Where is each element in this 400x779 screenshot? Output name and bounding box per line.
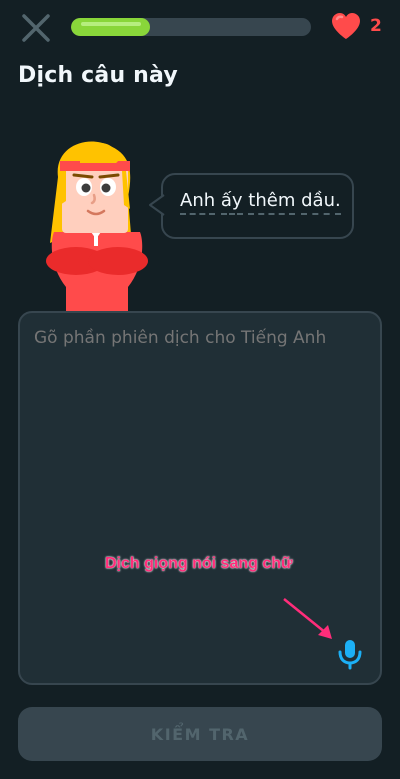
check-button[interactable]: KIỂM TRA xyxy=(18,707,382,761)
heart-icon xyxy=(332,13,360,39)
lesson-progress-shine xyxy=(81,22,141,26)
hearts-counter: 2 xyxy=(330,12,382,40)
sentence-word[interactable]: thêm xyxy=(248,190,296,215)
microphone-icon[interactable] xyxy=(336,638,364,670)
page-title: Dịch câu này xyxy=(18,63,178,88)
lesson-progress-fill xyxy=(71,18,151,36)
speech-bubble-tail xyxy=(149,194,165,216)
character-illustration xyxy=(46,141,148,312)
sentence-word[interactable]: Anh xyxy=(180,190,216,215)
lesson-progress-bar xyxy=(71,18,311,36)
sentence-to-translate: Anh ấy thêm dầu. xyxy=(180,190,341,215)
sentence-word[interactable]: dầu. xyxy=(301,190,341,215)
close-icon[interactable] xyxy=(20,12,52,44)
hearts-count: 2 xyxy=(370,16,382,36)
annotation-arrow-icon xyxy=(283,598,332,639)
translation-input[interactable] xyxy=(34,328,364,348)
voice-to-text-annotation: Dịch giọng nói sang chữ xyxy=(105,555,293,572)
sentence-word[interactable]: ấy xyxy=(220,190,243,215)
